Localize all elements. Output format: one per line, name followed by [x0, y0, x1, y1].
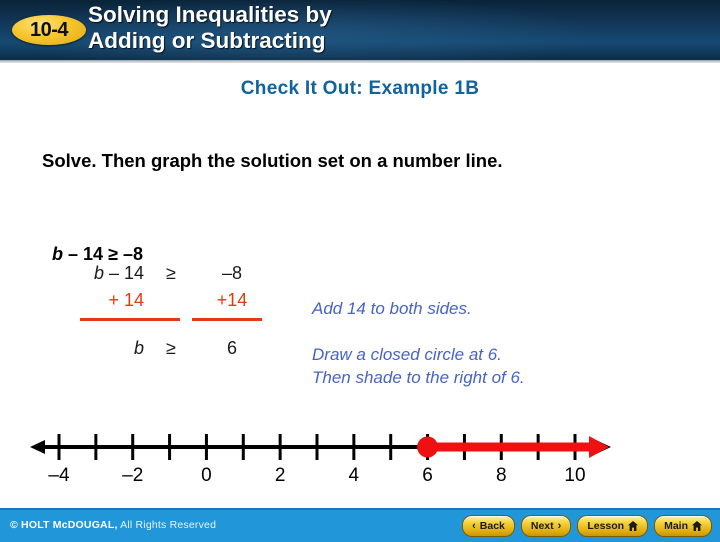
work-row3-right: 6 [226, 338, 237, 358]
number-line-svg [30, 434, 611, 460]
slide-footer: © HOLT McDOUGAL, All Rights Reserved ‹ Ba… [0, 508, 720, 542]
chevron-left-icon: ‹ [472, 520, 476, 532]
home-icon [628, 521, 639, 531]
work-row3-variable: b [133, 338, 144, 358]
slide-title-line2: Adding or Subtracting [88, 28, 326, 53]
work-row2-right: +14 [216, 290, 248, 310]
underline-right [192, 318, 262, 321]
example-heading: Check It Out: Example 1B [240, 78, 480, 99]
copyright-brand: © HOLT McDOUGAL, [10, 519, 118, 531]
copyright-notice: © HOLT McDOUGAL, All Rights Reserved [10, 519, 216, 531]
lesson-number-label: 10-4 [29, 19, 69, 41]
annotation-graph-line2: Then shade to the right of 6. [312, 368, 525, 387]
problem-remainder: – 14 [63, 244, 104, 264]
instruction-text: Solve. Then graph the solution set on a … [42, 150, 503, 171]
header-divider [0, 60, 720, 63]
slide-header: 10-4 Solving Inequalities by Adding or S… [0, 0, 720, 60]
main-button-label: Main [664, 520, 688, 532]
problem-statement: b – 14 ≥ –8 [42, 223, 143, 265]
slide-title: Solving Inequalities by Adding or Subtra… [88, 2, 688, 54]
worked-solution: b – 14 ≥ –8 + 14 +14 b ≥ 6 [78, 263, 288, 368]
number-line-tick-labels: –4 –2 0 2 4 6 8 10 [0, 465, 720, 501]
annotation-add-step: Add 14 to both sides. [312, 299, 472, 318]
tick-label: 0 [201, 465, 212, 486]
problem-variable: b [52, 244, 64, 264]
slide-title-line1: Solving Inequalities by [88, 2, 332, 27]
copyright-rights: All Rights Reserved [117, 519, 217, 531]
tick-label: 2 [274, 465, 286, 486]
closed-circle-endpoint [417, 436, 439, 458]
work-row1-variable: b [93, 263, 104, 283]
tick-label: –4 [48, 465, 70, 486]
annotation-graph-step: Draw a closed circle at 6. Then shade to… [312, 343, 525, 389]
tick-label: 4 [348, 465, 360, 486]
work-row3-left: b [78, 338, 150, 359]
lesson-number-badge: 10-4 [12, 15, 86, 45]
tick-label: 10 [564, 465, 586, 486]
work-row1-term: – 14 [103, 263, 144, 283]
next-button[interactable]: Next › [520, 515, 572, 537]
work-row1-left: b – 14 [78, 263, 150, 284]
work-row-result: b ≥ 6 [78, 338, 288, 368]
axis-left-arrow [30, 440, 45, 454]
home-icon [692, 521, 702, 531]
tick-label: –2 [122, 465, 144, 486]
underline-left [80, 318, 180, 321]
work-row3-operator: ≥ [166, 338, 176, 358]
work-row1-right: –8 [221, 263, 243, 283]
tick-label: 8 [495, 465, 507, 486]
back-button-label: Back [479, 520, 505, 532]
next-button-label: Next [530, 520, 554, 532]
tick-label: 6 [422, 465, 433, 486]
work-underline-row [78, 317, 288, 324]
work-row2-left: + 14 [108, 290, 144, 310]
solution-ray-arrow [589, 436, 609, 458]
lesson-button-label: Lesson [587, 520, 625, 532]
work-row-original: b – 14 ≥ –8 [78, 263, 288, 290]
number-line-graph: –4 –2 0 2 4 6 8 10 [0, 425, 720, 505]
main-button[interactable]: Main [654, 515, 712, 537]
work-row1-operator: ≥ [166, 263, 176, 283]
problem-tail: ≥ –8 [103, 244, 143, 264]
annotation-graph-line1: Draw a closed circle at 6. [312, 345, 502, 364]
footer-navigation: ‹ Back Next › Lesson Main [462, 515, 712, 537]
chevron-right-icon: › [557, 520, 562, 532]
back-button[interactable]: ‹ Back [462, 515, 515, 537]
work-row-addition: + 14 +14 [78, 290, 288, 317]
lesson-button[interactable]: Lesson [577, 515, 649, 537]
